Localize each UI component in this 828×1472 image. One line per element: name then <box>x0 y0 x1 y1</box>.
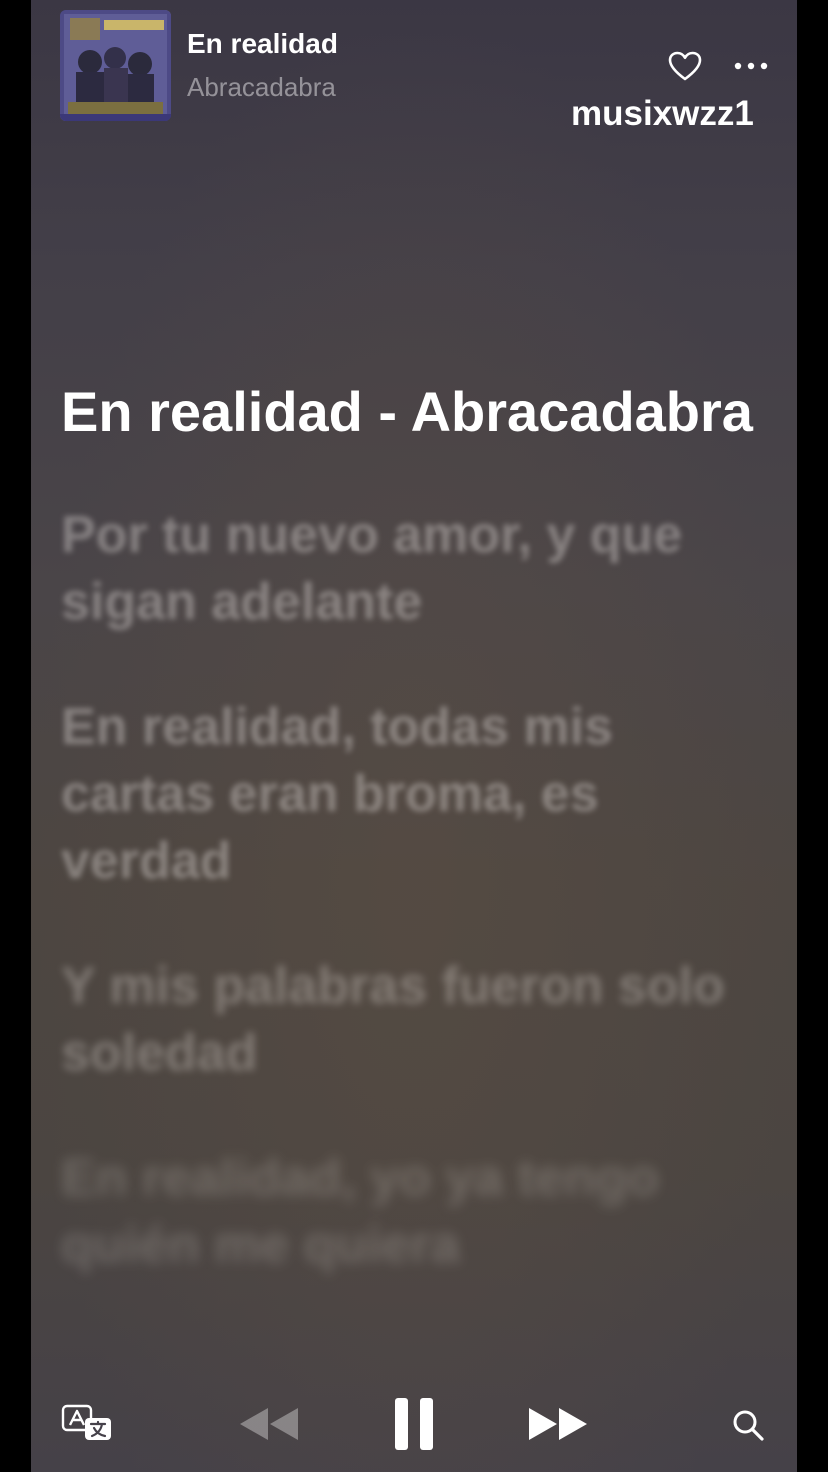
lyric-line[interactable]: Y mis palabras fueron solo soledad <box>61 953 761 1087</box>
translate-button[interactable] <box>61 1404 115 1444</box>
track-artist[interactable]: Abracadabra <box>187 72 336 103</box>
heart-outline-icon <box>668 51 702 81</box>
lyrics-panel[interactable]: En realidad - Abracadabra Por tu nuevo a… <box>61 378 761 1337</box>
pause-icon <box>395 1398 433 1450</box>
search-button[interactable] <box>729 1406 767 1444</box>
rewind-icon <box>240 1408 298 1440</box>
lyric-line[interactable]: Por tu nuevo amor, y que sigan adelante <box>61 502 761 636</box>
fast-forward-icon <box>529 1408 587 1440</box>
more-options-button[interactable] <box>729 46 773 86</box>
lyrics-screen: En realidad Abracadabra musixwzz1 En rea… <box>31 0 797 1472</box>
lyrics-song-heading: En realidad - Abracadabra <box>61 380 753 443</box>
pause-button[interactable] <box>389 1394 439 1454</box>
search-icon <box>733 1410 764 1441</box>
ellipsis-icon <box>734 62 768 70</box>
rewind-button[interactable] <box>234 1402 304 1446</box>
fast-forward-button[interactable] <box>523 1402 593 1446</box>
album-artwork[interactable] <box>60 10 171 121</box>
lyric-line[interactable]: En realidad, todas mis cartas eran broma… <box>61 694 761 895</box>
lyric-line[interactable]: En realidad, yo ya tengo quién me quiera <box>61 1145 761 1279</box>
playback-controls <box>31 1380 797 1472</box>
favorite-button[interactable] <box>665 46 705 86</box>
watermark-text: musixwzz1 <box>571 94 754 133</box>
track-title[interactable]: En realidad <box>187 28 338 60</box>
album-cover-image <box>60 10 171 121</box>
translate-icon <box>61 1404 111 1440</box>
now-playing-header: En realidad Abracadabra musixwzz1 <box>31 0 797 140</box>
